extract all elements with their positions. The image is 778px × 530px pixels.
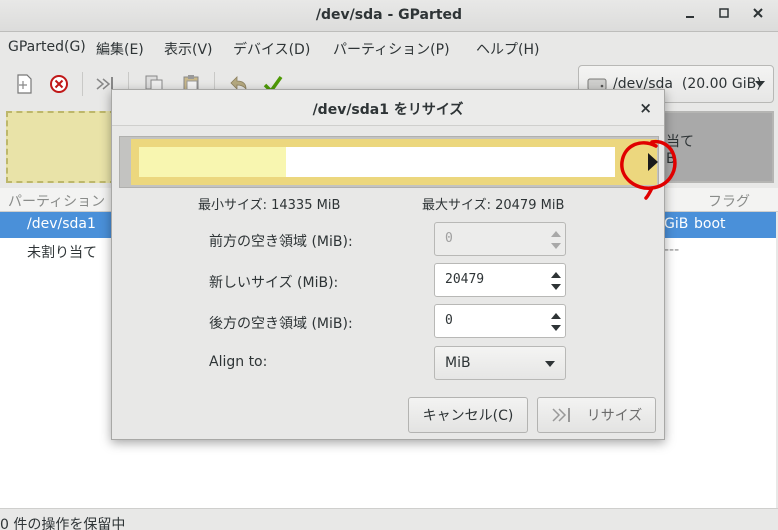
window-titlebar: /dev/sda - GParted xyxy=(0,0,778,32)
spin-down-icon[interactable] xyxy=(551,325,561,331)
dialog-close-button[interactable]: × xyxy=(639,99,652,117)
new-document-icon xyxy=(17,74,32,94)
partition-block[interactable] xyxy=(131,139,657,185)
free-before-spinner: 0 xyxy=(434,222,566,256)
statusbar: 0 件の操作を保留中 xyxy=(0,508,778,530)
new-size-spinner[interactable]: 20479 xyxy=(434,263,566,297)
graph-unallocated-label: 当て xyxy=(666,134,694,150)
resize-dialog: /dev/sda1 をリサイズ × 最小サイズ: 14335 MiB 最大サイズ… xyxy=(111,89,665,440)
free-before-value: 0 xyxy=(445,231,453,246)
graph-unallocated[interactable]: 当て B xyxy=(660,111,774,183)
free-before-label: 前方の空き領域 (MiB): xyxy=(209,234,353,250)
free-after-value: 0 xyxy=(445,313,453,328)
row-size: GiB xyxy=(664,216,689,232)
chevron-down-icon xyxy=(755,81,765,87)
resize-handle-left[interactable] xyxy=(120,137,130,187)
pending-operations-status: 0 件の操作を保留中 xyxy=(0,517,126,530)
column-header-flags[interactable]: フラグ xyxy=(708,191,750,211)
menu-edit[interactable]: 編集(E) xyxy=(96,39,144,59)
graph-unallocated-size: B xyxy=(666,151,676,167)
align-to-select[interactable]: MiB xyxy=(434,346,566,380)
max-size-label: 最大サイズ: 20479 MiB xyxy=(422,198,565,213)
free-after-spinner[interactable]: 0 xyxy=(434,304,566,338)
menu-help[interactable]: ヘルプ(H) xyxy=(476,39,539,59)
delete-icon xyxy=(50,75,68,93)
minimize-icon xyxy=(686,16,694,18)
column-header-partition[interactable]: パーティション xyxy=(8,191,105,211)
cancel-button-label: キャンセル(C) xyxy=(422,408,514,424)
chevron-down-icon xyxy=(545,361,555,367)
graph-partition-sda1[interactable] xyxy=(6,111,116,183)
min-size-label: 最小サイズ: 14335 MiB xyxy=(198,198,341,213)
partition-resizer[interactable] xyxy=(119,136,659,188)
dialog-titlebar: /dev/sda1 をリサイズ × xyxy=(112,90,664,126)
partition-space xyxy=(139,147,615,177)
used-space-bar xyxy=(139,147,286,177)
toolbar-separator xyxy=(82,72,83,96)
spin-down-icon xyxy=(551,243,561,249)
menu-device[interactable]: デバイス(D) xyxy=(233,39,310,59)
maximize-button[interactable] xyxy=(715,6,733,24)
row-flags: boot xyxy=(694,216,726,232)
new-partition-button[interactable] xyxy=(10,70,38,98)
close-icon xyxy=(753,8,763,18)
spin-up-icon xyxy=(551,231,561,237)
menu-gparted[interactable]: GParted(G) xyxy=(8,39,86,55)
spin-down-icon[interactable] xyxy=(551,284,561,290)
new-size-label: 新しいサイズ (MiB): xyxy=(209,275,339,291)
maximize-icon xyxy=(719,8,729,18)
row-flags: --- xyxy=(664,242,680,258)
menu-view[interactable]: 表示(V) xyxy=(164,39,213,59)
spin-up-icon[interactable] xyxy=(551,313,561,319)
window-title: /dev/sda - GParted xyxy=(315,7,463,23)
delete-button[interactable] xyxy=(45,70,73,98)
window-close-button[interactable] xyxy=(749,6,767,24)
row-partition: 未割り当て xyxy=(27,245,97,261)
menu-partition[interactable]: パーティション(P) xyxy=(333,39,450,59)
align-to-value: MiB xyxy=(445,355,471,371)
new-size-value: 20479 xyxy=(445,272,485,287)
dialog-title: /dev/sda1 をリサイズ xyxy=(312,102,464,118)
minimize-button[interactable] xyxy=(681,6,699,24)
resize-button-label: リサイズ xyxy=(586,408,643,424)
cancel-button[interactable]: キャンセル(C) xyxy=(408,397,528,433)
row-partition: /dev/sda1 xyxy=(27,216,96,232)
align-to-label: Align to: xyxy=(209,354,268,370)
resize-handle-right-arrow-icon[interactable] xyxy=(648,153,658,171)
resize-icon xyxy=(552,408,570,422)
free-after-label: 後方の空き領域 (MiB): xyxy=(209,316,353,332)
close-icon: × xyxy=(639,99,652,117)
spin-up-icon[interactable] xyxy=(551,272,561,278)
resize-button[interactable]: リサイズ xyxy=(537,397,656,433)
menubar: GParted(G) 編集(E) 表示(V) デバイス(D) パーティション(P… xyxy=(0,33,778,61)
